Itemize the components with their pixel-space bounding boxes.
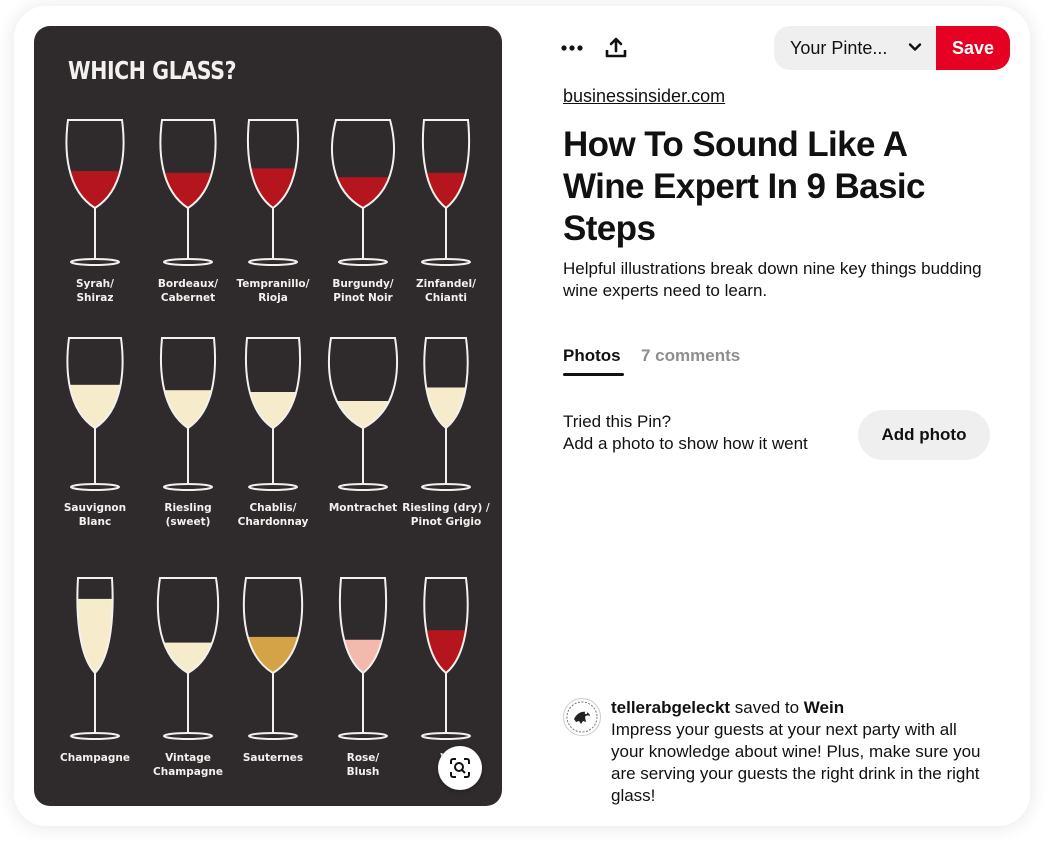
wine-fill	[422, 172, 470, 208]
glass-base	[421, 483, 471, 491]
pin-description: Helpful illustrations break down nine ke…	[563, 259, 982, 300]
wine-fill	[424, 387, 468, 428]
glass-label: Tempranillo/ Rioja	[236, 278, 310, 304]
glass-label: Riesling (dry) / Pinot Grigio	[402, 502, 490, 528]
glass-label: Vintage Champagne	[153, 752, 223, 778]
glass-base	[70, 483, 120, 491]
saved-to-board[interactable]: Wein	[804, 698, 844, 717]
save-button[interactable]: Save	[936, 26, 1010, 70]
board-select-label: Your Pinte...	[790, 37, 888, 58]
wine-fill	[328, 401, 398, 428]
tab-photos[interactable]: Photos	[563, 346, 621, 366]
wine-fill	[339, 639, 387, 673]
visual-search-button[interactable]	[438, 746, 482, 790]
saved-by-user[interactable]: tellerabgeleckt	[611, 698, 730, 717]
glass-base	[338, 483, 388, 491]
share-icon	[605, 37, 627, 58]
saved-to-text: saved to	[734, 698, 800, 717]
avatar[interactable]	[563, 698, 601, 736]
glass-base	[248, 732, 298, 740]
glass-base	[421, 732, 471, 740]
glass-label: Sauvignon Blanc	[63, 502, 127, 528]
glass-label: Zinfandel/ Chianti	[416, 278, 476, 304]
glass-label: Riesling (sweet)	[164, 502, 212, 528]
more-options-icon	[561, 45, 583, 51]
glass-base	[248, 483, 298, 491]
wine-fill	[160, 172, 216, 208]
visual-search-icon	[450, 758, 470, 778]
glass-label: Chablis/ Chardonnay	[237, 502, 309, 528]
add-photo-button[interactable]: Add photo	[858, 410, 990, 460]
glass-base	[163, 258, 213, 266]
glass-label: Sauternes	[242, 752, 304, 764]
wine-fill	[77, 598, 113, 673]
saved-by-line: tellerabgeleckt saved to Wein	[611, 697, 844, 719]
wine-fill	[332, 177, 394, 208]
tried-pin-subtitle: Add a photo to show how it went	[563, 434, 808, 453]
glass-base	[70, 732, 120, 740]
active-tab-indicator	[563, 373, 624, 376]
wine-glass-illustrations	[65, 119, 471, 740]
tab-comments[interactable]: 7 comments	[641, 346, 740, 366]
glass-base	[70, 258, 120, 266]
glass-label: Syrah/ Shiraz	[76, 278, 114, 304]
glass-label: Montrachet	[328, 502, 398, 514]
glass-base	[338, 732, 388, 740]
user-avatar-icon	[566, 701, 598, 733]
share-button[interactable]	[596, 28, 636, 68]
glass-label: Champagne	[60, 752, 130, 764]
source-link[interactable]: businessinsider.com	[563, 86, 725, 107]
tried-pin-title: Tried this Pin?	[563, 412, 672, 431]
glass-label: Rose/ Blush	[346, 752, 380, 778]
glass-label: Burgundy/ Pinot Noir	[332, 278, 394, 304]
wine-fill	[243, 636, 303, 673]
glass-base	[338, 258, 388, 266]
pin-image[interactable]: WHICH GLASS? Syrah/ Shiraz Bordeaux/ Cabe…	[34, 26, 502, 806]
glass-base	[163, 483, 213, 491]
more-options-button[interactable]	[552, 28, 592, 68]
chevron-down-icon	[908, 43, 922, 51]
glass-base	[163, 732, 213, 740]
glass-base	[248, 258, 298, 266]
wine-fill	[157, 642, 219, 673]
wine-fill	[245, 392, 301, 428]
glass-base	[421, 258, 471, 266]
board-select[interactable]: Your Pinte...	[774, 26, 936, 70]
glass-label: Bordeaux/ Cabernet	[157, 278, 219, 304]
pin-title: How To Sound Like A Wine Expert In 9 Bas…	[563, 125, 925, 248]
saved-note: Impress your guests at your next party w…	[611, 720, 981, 805]
